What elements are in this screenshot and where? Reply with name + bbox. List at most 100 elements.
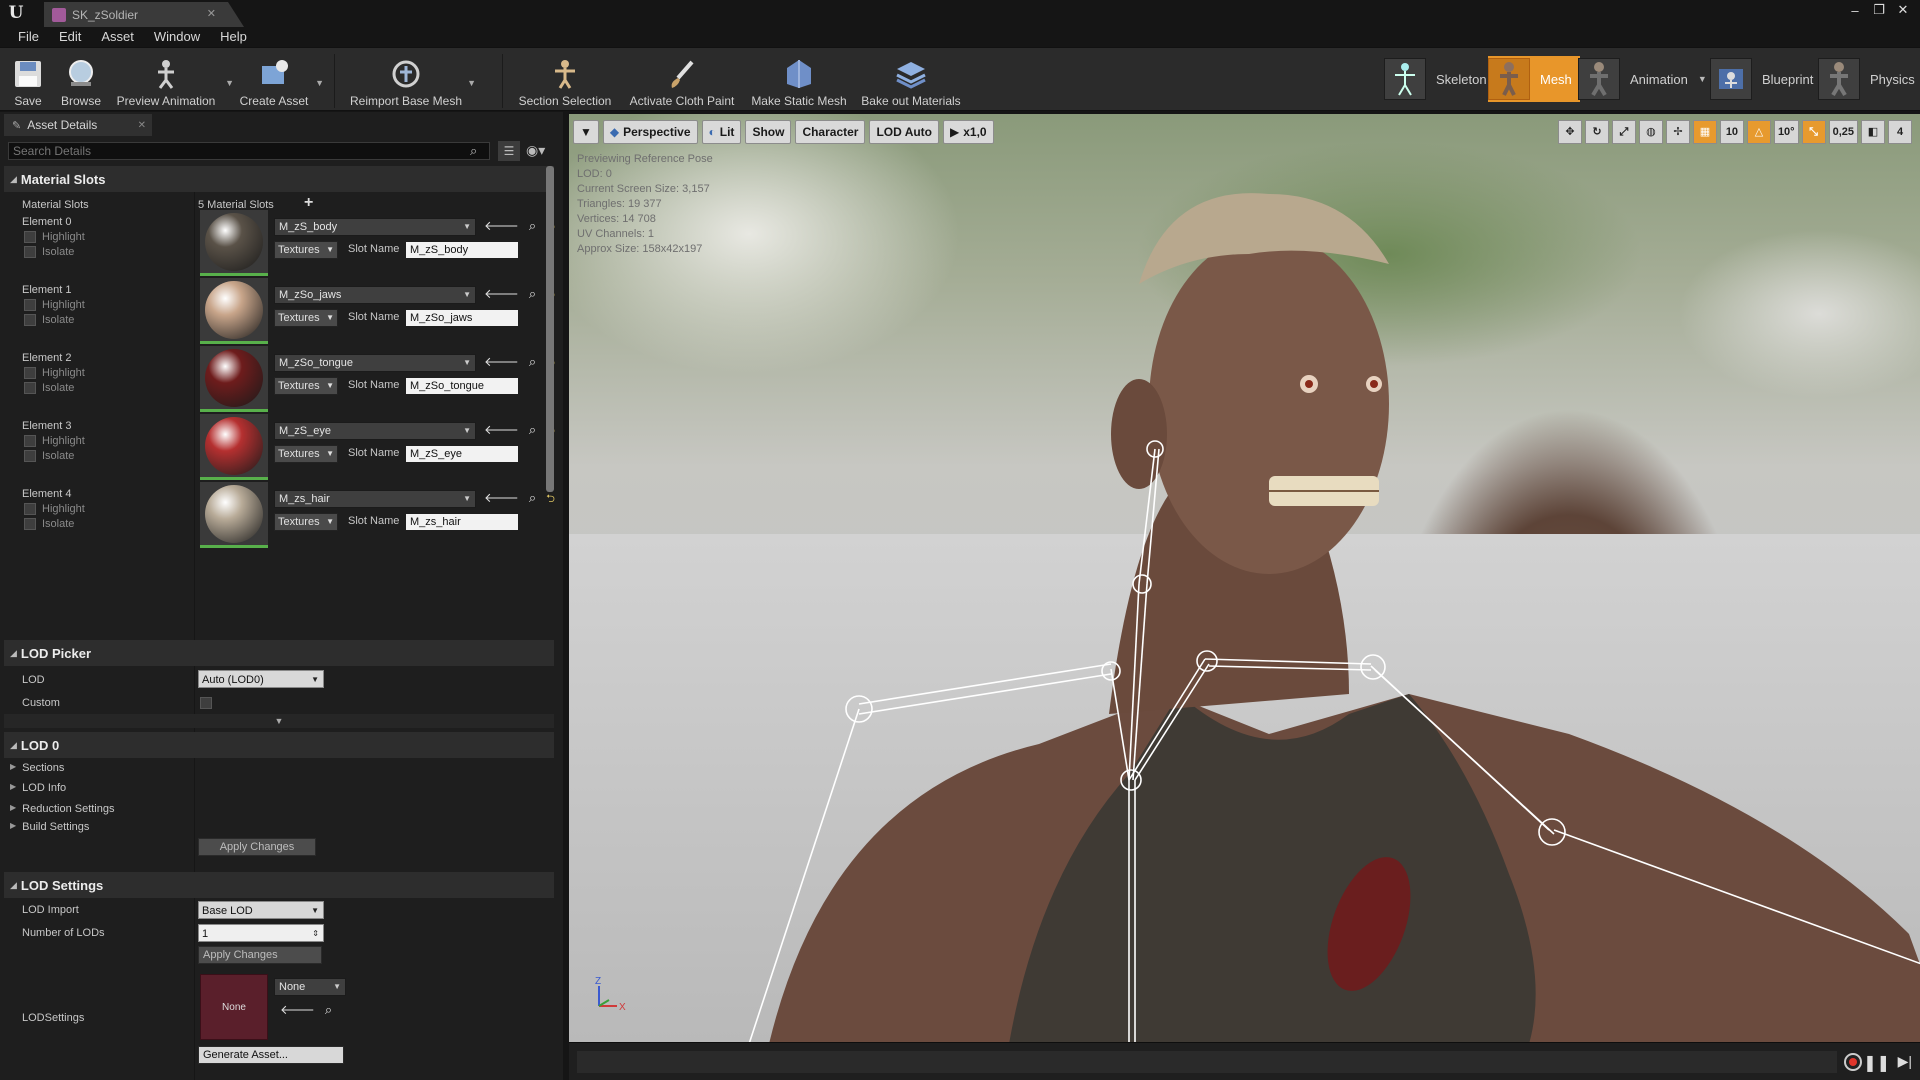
unreal-logo-icon[interactable]: U [4, 2, 28, 24]
material-select[interactable]: M_zs_hair ▼ [274, 490, 476, 508]
character-button[interactable]: Character [795, 120, 866, 144]
show-button[interactable]: Show [745, 120, 792, 144]
details-scrollbar[interactable] [546, 166, 554, 492]
isolate-option[interactable]: Isolate [24, 382, 74, 394]
viewport-options-button[interactable]: ▼ [573, 120, 599, 144]
pause-icon[interactable]: ❚❚ [1863, 1053, 1890, 1073]
rotation-snap-value[interactable]: 10° [1773, 120, 1799, 144]
browse-asset-icon[interactable]: ⌕ [529, 354, 536, 373]
chevron-down-icon[interactable]: ▼ [467, 78, 476, 88]
highlight-option[interactable]: Highlight [24, 367, 85, 379]
material-select[interactable]: M_zSo_tongue ▼ [274, 354, 476, 372]
close-tab-icon[interactable]: ✕ [207, 7, 216, 20]
textures-dropdown[interactable]: Textures ▼ [274, 513, 338, 531]
save-button[interactable]: Save [8, 52, 48, 108]
material-thumbnail[interactable] [200, 414, 268, 480]
lod0-apply-changes-button[interactable]: Apply Changes [198, 838, 316, 856]
mode-blueprint-button[interactable]: Blueprint [1710, 56, 1813, 102]
search-details-input[interactable] [8, 142, 490, 160]
highlight-option[interactable]: Highlight [24, 299, 85, 311]
number-of-lods-input[interactable]: 1 ⇕ [198, 924, 324, 942]
lit-button[interactable]: ◐ Lit [701, 120, 742, 144]
highlight-checkbox[interactable] [24, 503, 36, 515]
isolate-checkbox[interactable] [24, 382, 36, 394]
search-icon[interactable]: ⌕ [470, 143, 477, 159]
browse-asset-icon[interactable]: ⌕ [529, 286, 536, 305]
use-selected-arrow-icon[interactable]: 🡐 [484, 490, 519, 509]
browse-asset-icon[interactable]: ⌕ [529, 422, 536, 441]
playback-speed-button[interactable]: ▶ x1,0 [943, 120, 994, 144]
document-tab[interactable]: SK_zSoldier ✕ [44, 2, 244, 27]
rotate-icon[interactable]: ↻ [1584, 120, 1609, 144]
browse-asset-icon[interactable]: ⌕ [529, 218, 536, 237]
perspective-button[interactable]: ◆ Perspective [602, 120, 698, 144]
browse-asset-icon[interactable]: ⌕ [529, 490, 536, 509]
close-window-icon[interactable]: ✕ [1894, 2, 1912, 18]
material-select[interactable]: M_zSo_jaws ▼ [274, 286, 476, 304]
add-material-slot-icon[interactable]: + [304, 194, 313, 212]
slot-name-input[interactable]: M_zSo_jaws [406, 310, 518, 326]
section-selection-button[interactable]: Section Selection [518, 52, 612, 108]
menu-edit[interactable]: Edit [49, 27, 91, 47]
slot-name-input[interactable]: M_zS_body [406, 242, 518, 258]
lod-auto-button[interactable]: LOD Auto [869, 120, 940, 144]
rotation-snap-icon[interactable]: △ [1746, 120, 1771, 144]
asset-details-tab[interactable]: ✎ Asset Details ✕ [4, 114, 152, 136]
material-thumbnail[interactable] [200, 482, 268, 548]
slot-name-input[interactable]: M_zSo_tongue [406, 378, 518, 394]
reimport-base-mesh-button[interactable]: Reimport Base Mesh ▼ [350, 52, 476, 108]
mode-physics-button[interactable]: Physics [1818, 56, 1915, 102]
isolate-checkbox[interactable] [24, 518, 36, 530]
bake-out-materials-button[interactable]: Bake out Materials [860, 52, 962, 108]
isolate-option[interactable]: Isolate [24, 450, 74, 462]
column-splitter[interactable] [194, 166, 195, 1080]
viewport[interactable]: ▼ ◆ Perspective ◐ Lit Show Character LOD A… [569, 114, 1920, 1042]
chevron-down-icon[interactable]: ▼ [1698, 74, 1707, 84]
highlight-checkbox[interactable] [24, 435, 36, 447]
highlight-option[interactable]: Highlight [24, 435, 85, 447]
grid-snap-icon[interactable]: ▦ [1692, 120, 1717, 144]
isolate-checkbox[interactable] [24, 246, 36, 258]
mode-animation-button[interactable]: Animation ▼ [1578, 56, 1707, 102]
step-forward-icon[interactable]: ▶| [1898, 1053, 1912, 1070]
grid-snap-value[interactable]: 10 [1719, 120, 1744, 144]
highlight-checkbox[interactable] [24, 231, 36, 243]
material-select[interactable]: M_zS_eye ▼ [274, 422, 476, 440]
scale-icon[interactable]: ⤢ [1611, 120, 1636, 144]
surface-snap-icon[interactable]: ✢ [1665, 120, 1690, 144]
category-material-slots[interactable]: ◢ Material Slots [4, 166, 554, 192]
lodsettings-asset-thumbnail[interactable]: None [200, 974, 268, 1040]
isolate-option[interactable]: Isolate [24, 314, 74, 326]
create-asset-button[interactable]: Create Asset ▼ [238, 52, 324, 108]
world-local-icon[interactable]: ◍ [1638, 120, 1663, 144]
scale-snap-icon[interactable]: ⤡ [1801, 120, 1826, 144]
material-select[interactable]: M_zS_body ▼ [274, 218, 476, 236]
material-thumbnail[interactable] [200, 346, 268, 412]
mode-mesh-button[interactable]: Mesh [1488, 56, 1580, 102]
lod-settings-apply-changes-button[interactable]: Apply Changes [198, 946, 322, 964]
chevron-down-icon[interactable]: ▼ [225, 78, 234, 88]
browse-asset-icon[interactable]: ⌕ [325, 1002, 332, 1018]
preview-animation-button[interactable]: Preview Animation ▼ [112, 52, 234, 108]
advanced-expander[interactable]: ▼ [4, 714, 554, 728]
category-lod-settings[interactable]: ◢ LOD Settings [4, 872, 554, 898]
category-lod-picker[interactable]: ◢ LOD Picker [4, 640, 554, 666]
list-view-icon[interactable]: ☰ [498, 141, 520, 161]
lod-select[interactable]: Auto (LOD0) ▼ [198, 670, 324, 688]
camera-speed-icon[interactable]: ◧ [1861, 120, 1885, 144]
maximize-icon[interactable]: ❐ [1870, 2, 1888, 18]
tree-lod-info[interactable]: ▶ LOD Info [10, 782, 66, 794]
isolate-checkbox[interactable] [24, 314, 36, 326]
slot-name-input[interactable]: M_zS_eye [406, 446, 518, 462]
eye-icon[interactable]: ◉▾ [526, 142, 545, 159]
tree-sections[interactable]: ▶ Sections [10, 762, 64, 774]
use-selected-arrow-icon[interactable]: 🡐 [484, 286, 519, 305]
custom-checkbox[interactable] [200, 697, 212, 709]
use-selected-arrow-icon[interactable]: 🡐 [484, 354, 519, 373]
record-icon[interactable] [1844, 1053, 1862, 1071]
lod-import-select[interactable]: Base LOD ▼ [198, 901, 324, 919]
use-selected-arrow-icon[interactable]: 🡐 [280, 1002, 315, 1018]
textures-dropdown[interactable]: Textures ▼ [274, 309, 338, 327]
use-selected-arrow-icon[interactable]: 🡐 [484, 422, 519, 441]
browse-button[interactable]: Browse [58, 52, 104, 108]
